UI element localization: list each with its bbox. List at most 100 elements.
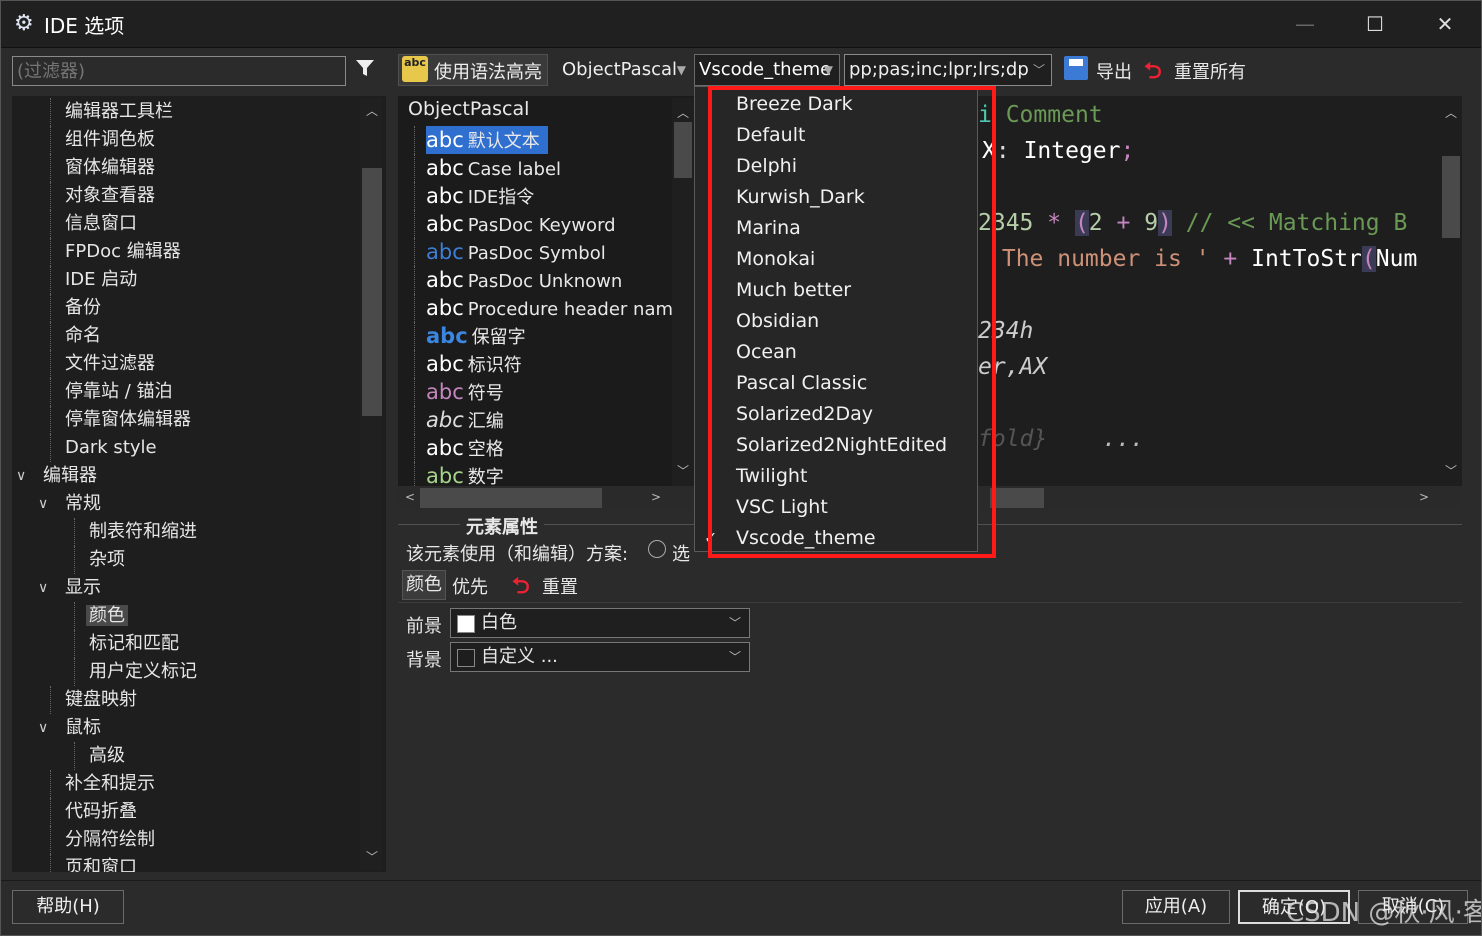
sidebar-item[interactable]: 停靠站 / 锚泊 — [62, 378, 176, 406]
reset-all-button[interactable]: 重置所有 — [1174, 58, 1246, 84]
preview-vscroll-thumb[interactable] — [1442, 156, 1460, 238]
abc-icon: abc — [426, 240, 464, 264]
sidebar-item[interactable]: 组件调色板 — [62, 126, 158, 154]
element-list-item[interactable]: abc 默认文本 — [426, 126, 548, 154]
minimize-button[interactable]: — — [1270, 0, 1340, 48]
chevron-down-icon[interactable]: ∨ — [16, 468, 26, 484]
sidebar-item[interactable]: 补全和提示 — [62, 770, 158, 798]
sidebar-item[interactable]: 键盘映射 — [62, 686, 140, 714]
sidebar-item[interactable]: FPDoc 编辑器 — [62, 238, 184, 266]
extensions-value: pp;pas;inc;lpr;lrs;dpr; — [849, 59, 1043, 80]
sidebar-item[interactable]: 编辑器 — [40, 462, 100, 490]
undo-icon[interactable]: ⮌ — [1144, 54, 1162, 92]
sidebar-item[interactable]: 鼠标 — [62, 714, 104, 742]
element-list-item[interactable]: abc 保留字 — [426, 322, 526, 350]
scroll-down-icon[interactable]: ﹀ — [673, 462, 693, 479]
title-bar — [0, 0, 1482, 48]
apply-button[interactable]: 应用(A) — [1122, 890, 1230, 924]
filter-icon[interactable] — [350, 56, 380, 86]
background-color-select[interactable]: 自定义 ... ﹀ — [450, 642, 750, 672]
filter-input[interactable] — [12, 56, 346, 86]
element-list-item[interactable]: abc 汇编 — [426, 406, 504, 434]
maximize-button[interactable]: ☐ — [1340, 0, 1410, 48]
element-label: 保留字 — [471, 327, 526, 348]
element-list-root[interactable]: ObjectPascal — [408, 98, 529, 120]
abc-icon: abc — [426, 128, 464, 152]
element-list-item[interactable]: abc PasDoc Symbol — [426, 238, 606, 266]
sidebar-item[interactable]: 制表符和缩进 — [86, 518, 200, 546]
sidebar-item[interactable]: 窗体编辑器 — [62, 154, 158, 182]
abc-icon: abc — [426, 436, 464, 460]
chevron-down-icon: ﹀ — [728, 616, 741, 630]
element-list-item[interactable]: abc Procedure header name — [426, 294, 684, 322]
scroll-up-icon[interactable]: ︿ — [673, 104, 693, 121]
scroll-right-icon[interactable]: > — [646, 490, 666, 504]
sidebar-item[interactable]: 杂项 — [86, 546, 128, 574]
chevron-down-icon[interactable]: ∨ — [38, 580, 48, 596]
code-token: : — [995, 138, 1024, 164]
chevron-down-icon[interactable]: ∨ — [38, 720, 48, 736]
abc-icon: abc — [426, 212, 464, 236]
element-label: PasDoc Unknown — [467, 271, 623, 292]
scroll-up-icon[interactable]: ︿ — [1441, 104, 1461, 121]
element-list-item[interactable]: abc 符号 — [426, 378, 504, 406]
sidebar-item[interactable]: 页和窗口 — [62, 854, 140, 872]
tree-guide-line — [414, 126, 415, 154]
element-list-item[interactable]: abc IDE指令 — [426, 182, 534, 210]
tree-scrollbar-thumb[interactable] — [362, 168, 382, 416]
language-select[interactable]: ObjectPascal ▼ — [556, 54, 690, 86]
close-button[interactable]: ✕ — [1410, 0, 1480, 48]
sidebar-item[interactable]: 标记和匹配 — [86, 630, 182, 658]
sidebar-item-label: 制表符和缩进 — [89, 521, 197, 542]
scroll-down-icon[interactable]: ﹀ — [1441, 462, 1461, 479]
sidebar-item[interactable]: 信息窗口 — [62, 210, 140, 238]
scheme-select[interactable]: Vscode_theme ▼ — [694, 54, 840, 86]
element-list-item[interactable]: abc PasDoc Unknown — [426, 266, 622, 294]
sidebar-item[interactable]: 颜色 — [86, 602, 128, 630]
sidebar-item[interactable]: 高级 — [86, 742, 128, 770]
scheme-value: Vscode_theme — [699, 59, 832, 80]
save-icon[interactable] — [1064, 56, 1088, 80]
element-list-item[interactable]: abc 标识符 — [426, 350, 522, 378]
code-preview[interactable]: i Comment X: Integer; 2345 * (2 + 9) // <<… — [978, 96, 1462, 486]
tab-color[interactable]: 颜色 — [402, 570, 446, 600]
abc-icon: abc — [426, 268, 464, 292]
sidebar-item[interactable]: 用户定义标记 — [86, 658, 200, 686]
sidebar-item[interactable]: 编辑器工具栏 — [62, 98, 176, 126]
scroll-right-icon[interactable]: > — [1414, 490, 1434, 504]
scroll-left-icon[interactable]: < — [400, 490, 420, 504]
preview-hscroll-thumb[interactable] — [990, 488, 1044, 508]
sidebar-item[interactable]: Dark style — [62, 434, 160, 462]
sidebar-item[interactable]: 显示 — [62, 574, 104, 602]
chevron-down-icon: ▼ — [823, 63, 833, 77]
sidebar-item[interactable]: 文件过滤器 — [62, 350, 158, 378]
sidebar-item[interactable]: 代码折叠 — [62, 798, 140, 826]
sidebar-item[interactable]: IDE 启动 — [62, 266, 140, 294]
scroll-down-icon[interactable]: ﹀ — [362, 848, 382, 865]
scheme-radio[interactable] — [648, 540, 666, 558]
export-button[interactable]: 导出 — [1096, 58, 1132, 84]
sidebar-item[interactable]: 分隔符绘制 — [62, 826, 158, 854]
foreground-color-select[interactable]: 白色 ﹀ — [450, 608, 750, 638]
code-token: ) — [1158, 210, 1172, 236]
scheme-radio-label[interactable]: 选 — [672, 540, 690, 566]
options-tree[interactable]: 编辑器工具栏 组件调色板 窗体编辑器 对象查看器 信息窗口 FPDoc 编辑器 IDE 启动… — [12, 96, 386, 872]
sidebar-item[interactable]: 命名 — [62, 322, 104, 350]
file-extensions-combo[interactable]: pp;pas;inc;lpr;lrs;dpr; ﹀ — [844, 54, 1052, 86]
element-list-item[interactable]: abc 空格 — [426, 434, 504, 462]
scroll-up-icon[interactable]: ︿ — [362, 102, 382, 119]
tab-priority[interactable]: 优先 — [452, 573, 488, 599]
element-list-vscroll-thumb[interactable] — [674, 122, 692, 178]
sidebar-item[interactable]: 备份 — [62, 294, 104, 322]
help-button[interactable]: 帮助(H) — [12, 890, 124, 924]
sidebar-item[interactable]: 对象查看器 — [62, 182, 158, 210]
sidebar-item[interactable]: 常规 — [62, 490, 104, 518]
abc-icon: abc — [426, 408, 464, 432]
reset-button[interactable]: 重置 — [542, 573, 578, 599]
element-list-item[interactable]: abc Case label — [426, 154, 561, 182]
sidebar-item[interactable]: 停靠窗体编辑器 — [62, 406, 194, 434]
element-list-item[interactable]: abc PasDoc Keyword — [426, 210, 616, 238]
preview-hscrollbar[interactable] — [978, 486, 1462, 510]
element-list-hscroll-thumb[interactable] — [420, 488, 602, 508]
chevron-down-icon[interactable]: ∨ — [38, 496, 48, 512]
